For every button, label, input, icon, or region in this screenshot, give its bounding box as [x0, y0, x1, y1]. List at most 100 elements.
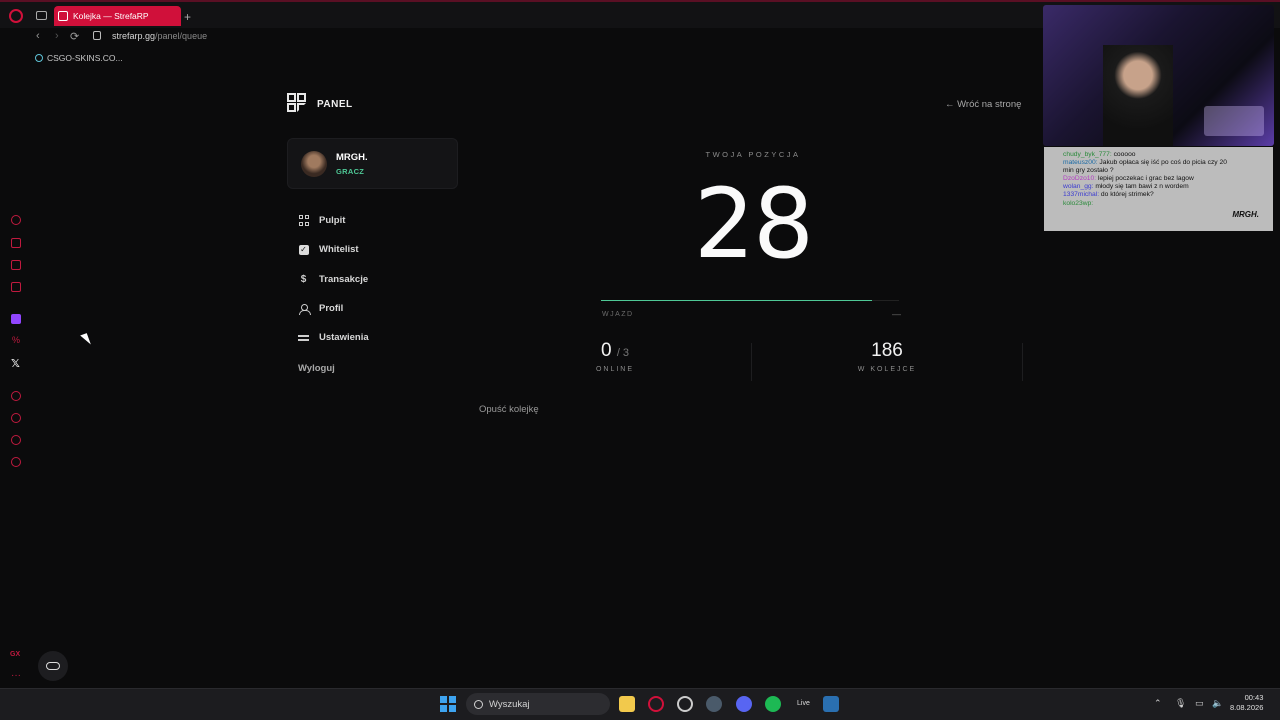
user-card[interactable]: MRGH. GRACZ	[287, 138, 458, 189]
dollar-icon: $	[300, 273, 307, 285]
chat-message: DzoDzo10: lepiej poczekac i grac bez lag…	[1063, 175, 1265, 183]
windows-start-icon[interactable]	[440, 696, 456, 712]
tab-menu-icon[interactable]	[36, 11, 47, 20]
player-icon[interactable]	[11, 391, 21, 401]
speed-dial-icon[interactable]	[11, 215, 21, 225]
chat-badge: MRGH.	[1232, 209, 1259, 219]
panel-brand[interactable]: PANEL	[287, 93, 353, 115]
entry-label: WJAZD	[602, 311, 634, 318]
menu-item-profil[interactable]: Profil	[298, 294, 369, 323]
lock-icon	[93, 31, 101, 40]
chat-text: cooooo	[1111, 151, 1136, 158]
microphone-icon[interactable]: 🎙	[1175, 698, 1186, 709]
gx-corner-icon[interactable]	[11, 260, 21, 270]
user-icon	[298, 303, 311, 315]
position-label: TWOJA POZYCJA	[705, 150, 801, 159]
menu-label: Whitelist	[319, 244, 359, 256]
search-placeholder: Wyszukaj	[489, 698, 530, 710]
chat-text: lepiej poczekac i grac bez lagow	[1096, 175, 1194, 183]
bookmark-item[interactable]: CSGO-SKINS.CO...	[35, 53, 123, 63]
bookmark-favicon-icon	[35, 54, 43, 62]
user-name: MRGH.	[336, 152, 368, 163]
twitch-icon[interactable]	[11, 314, 21, 324]
link-icon	[46, 662, 60, 670]
grid-icon	[298, 215, 309, 226]
forward-arrow-icon[interactable]: ›	[55, 30, 59, 42]
stat-divider	[1022, 343, 1023, 381]
chat-text: Jakub opłaca się iść po coś do picia czy…	[1097, 159, 1227, 167]
taskbar-search-input[interactable]: Wyszukaj	[466, 693, 610, 715]
app-icon[interactable]	[677, 696, 693, 712]
chat-message: chudy_byk_777: cooooo	[1063, 151, 1265, 159]
network-icon[interactable]: ▭	[1195, 698, 1204, 709]
chat-username: wolan_gg:	[1063, 183, 1094, 191]
sliders-icon	[298, 332, 309, 343]
app-icon[interactable]	[706, 696, 722, 712]
spotify-icon[interactable]	[765, 696, 781, 712]
chat-message: kolo23wp:	[1063, 200, 1265, 208]
more-dots-icon[interactable]: ···	[11, 670, 21, 681]
menu-item-pulpit[interactable]: Pulpit	[298, 206, 369, 235]
streamer-image	[1103, 45, 1173, 146]
news-icon[interactable]	[11, 282, 21, 292]
url-field[interactable]: strefarp.gg/panel/queue	[112, 31, 207, 41]
chat-username: kolo23wp:	[1063, 199, 1094, 207]
shop-bag-icon[interactable]	[11, 238, 21, 248]
menu-label: Ustawienia	[319, 332, 369, 344]
new-tab-button[interactable]: +	[184, 10, 191, 24]
tray-chevron-icon[interactable]: ⌃	[1154, 698, 1162, 709]
opera-gx-icon[interactable]	[648, 696, 664, 712]
sidebar-toggle-button[interactable]	[38, 651, 68, 681]
percent-icon[interactable]: %	[12, 335, 20, 345]
chat-message: wolan_gg: młody się tam bawi z n wordem	[1063, 183, 1265, 191]
extensions-icon[interactable]	[11, 435, 21, 445]
leave-queue-button[interactable]: Opuść kolejkę	[479, 404, 539, 415]
logout-button[interactable]: Wyloguj	[298, 363, 335, 374]
gx-control-icon[interactable]: GX	[10, 651, 20, 658]
tab-title: Kolejka — StrefaRP	[73, 11, 149, 21]
chat-message: min gry zostało ?	[1063, 167, 1265, 175]
clock-date: 8.08.2026	[1230, 703, 1264, 712]
user-role-badge: GRACZ	[336, 167, 365, 176]
panel-menu: Pulpit ✓ Whitelist $ Transakcje Profil U…	[298, 206, 369, 352]
menu-item-transakcje[interactable]: $ Transakcje	[298, 265, 369, 294]
volume-icon[interactable]: 🔈	[1212, 698, 1223, 709]
chat-username: chudy_byk_777:	[1063, 151, 1112, 158]
url-domain: strefarp.gg	[112, 31, 156, 41]
opera-logo-icon[interactable]	[9, 9, 23, 23]
clock-time: 00:43	[1244, 693, 1264, 702]
chat-username: mateusz00:	[1063, 159, 1098, 167]
chat-message: 1337michal: do której strimek?	[1063, 191, 1265, 199]
tab-favicon-icon	[58, 11, 68, 21]
chat-username: 1337michal:	[1063, 191, 1100, 199]
stat-divider	[751, 343, 752, 381]
in-queue-label: W KOLEJCE	[857, 366, 917, 373]
webcam-overlay	[1043, 5, 1274, 146]
chat-text: min gry zostało ?	[1063, 167, 1114, 175]
file-explorer-icon[interactable]	[619, 696, 635, 712]
settings-gear-icon[interactable]	[11, 457, 21, 467]
menu-item-ustawienia[interactable]: Ustawienia	[298, 323, 369, 352]
chat-username: DzoDzo10:	[1063, 175, 1097, 183]
menu-item-whitelist[interactable]: ✓ Whitelist	[298, 235, 369, 264]
in-queue-value: 186	[871, 340, 903, 361]
queue-progress-bar	[601, 300, 899, 301]
online-value: 0	[600, 340, 612, 361]
x-twitter-icon[interactable]: 𝕏	[11, 357, 20, 370]
steam-icon[interactable]	[823, 696, 839, 712]
entry-value: —	[892, 309, 901, 319]
live-app-icon[interactable]: Live	[797, 700, 810, 707]
discord-icon[interactable]	[736, 696, 752, 712]
in-queue-stat: 186 W KOLEJCE	[827, 340, 947, 373]
menu-label: Pulpit	[319, 215, 346, 227]
tab-active[interactable]: Kolejka — StrefaRP	[54, 6, 181, 26]
chat-text: młody się tam bawi z n wordem	[1093, 183, 1189, 191]
back-to-site-link[interactable]: ← Wróć na stronę	[945, 99, 1021, 110]
history-icon[interactable]	[11, 413, 21, 423]
taskbar-clock[interactable]: 00:43 8.08.2026	[1230, 693, 1263, 713]
search-icon	[474, 699, 483, 709]
reload-icon[interactable]: ⟳	[70, 30, 79, 43]
strefarp-logo-icon	[287, 93, 309, 115]
panel-title: PANEL	[317, 98, 353, 110]
back-arrow-icon[interactable]: ‹	[36, 30, 40, 42]
